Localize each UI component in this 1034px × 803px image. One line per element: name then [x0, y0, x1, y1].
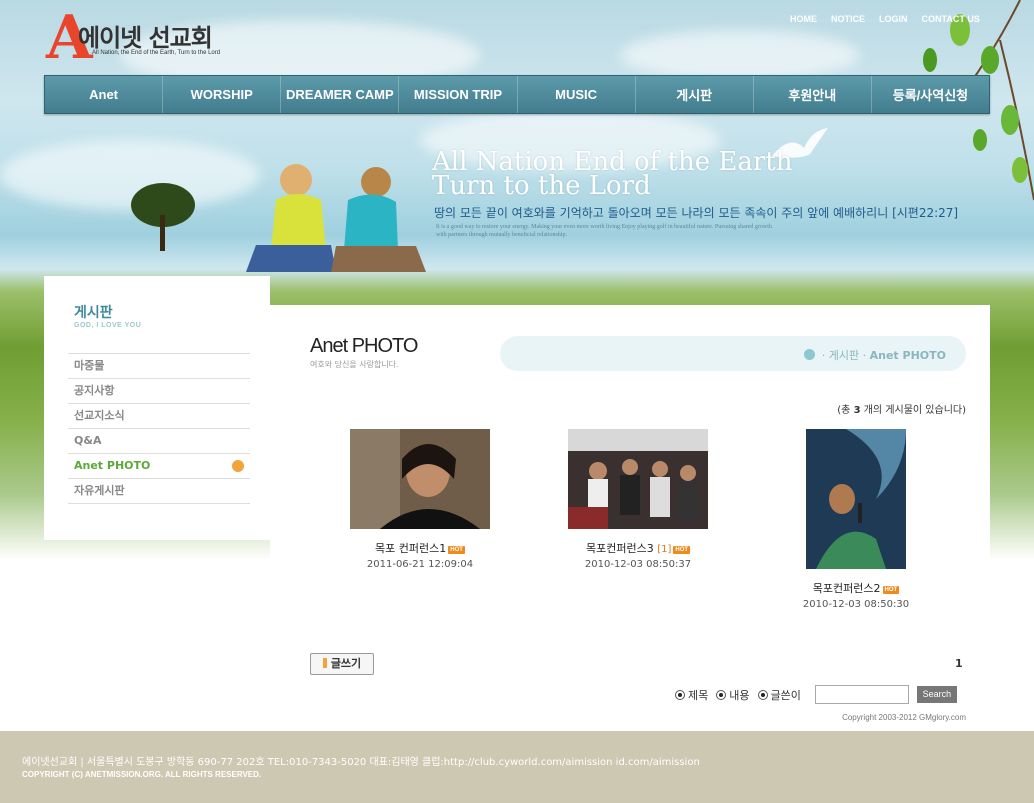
home-icon[interactable] [804, 349, 816, 360]
main-content: Anet PHOTO 여호와 당신을 사랑합니다. · 게시판 · Anet P… [270, 305, 990, 735]
nav-item-music[interactable]: MUSIC [518, 76, 636, 113]
search-input[interactable] [814, 685, 909, 704]
breadcrumb-separator: · [821, 349, 826, 362]
breadcrumb: · 게시판 · Anet PHOTO [500, 336, 966, 371]
breadcrumb-separator: · [862, 349, 867, 362]
page-title: Anet PHOTO [310, 335, 418, 357]
search-option-content[interactable]: 내용 [716, 687, 750, 703]
footer: 에이넷선교회 | 서울특별시 도봉구 방학동 690-77 202호 TEL:0… [0, 731, 1034, 803]
top-link-home[interactable]: HOME [790, 14, 817, 24]
top-links: HOME NOTICE LOGIN CONTACT US [790, 14, 980, 24]
total-count: (총 3 개의 게시물이 있습니다) [837, 401, 966, 416]
photo-item[interactable]: 목포 컨퍼런스1 HOT 2011-06-21 12:09:04 [330, 429, 510, 570]
write-button-label: 글쓰기 [330, 657, 362, 670]
total-number: 3 [853, 405, 861, 416]
top-link-login[interactable]: LOGIN [879, 14, 908, 24]
pencil-icon [322, 658, 327, 668]
hero-verse: 땅의 모든 끝이 여호와를 기억하고 돌아오며 모든 나라의 모든 족속이 주의… [434, 206, 959, 220]
sidebar-heading: 게시판 [74, 305, 113, 321]
nav-item-mission-trip[interactable]: MISSION TRIP [399, 76, 518, 113]
sidebar-subheading: GOD, I LOVE YOU [74, 322, 142, 329]
search-bar: 제목 내용 글쓴이 Search [675, 685, 957, 704]
hot-badge: HOT [673, 546, 691, 554]
nav-item-register[interactable]: 등록/사역신청 [872, 76, 989, 113]
top-link-notice[interactable]: NOTICE [831, 14, 865, 24]
radio-icon[interactable] [675, 689, 685, 700]
photo-title[interactable]: 목포 컨퍼런스1 HOT [330, 540, 510, 556]
site-logo[interactable]: A 에이넷 선교회 All Nation, the End of the Ear… [46, 8, 246, 70]
photo-item[interactable]: 목포컨퍼런스3 [1] HOT 2010-12-03 08:50:37 [548, 429, 728, 570]
comment-count: [1] [657, 544, 672, 555]
breadcrumb-current: Anet PHOTO [869, 349, 946, 362]
photo-date: 2010-12-03 08:50:30 [802, 599, 910, 610]
total-suffix: 개의 게시물이 있습니다) [863, 405, 966, 416]
footer-rights: COPYRIGHT (C) ANETMISSION.ORG. ALL RIGHT… [22, 770, 262, 779]
sidebar-menu: 마중물 공지사항 선교지소식 Q&A Anet PHOTO 자유게시판 [68, 353, 250, 504]
photo-thumbnail[interactable] [806, 429, 906, 569]
photo-date: 2011-06-21 12:09:04 [366, 559, 474, 570]
nav-item-dreamer-camp[interactable]: DREAMER CAMP [281, 76, 400, 113]
breadcrumb-board[interactable]: 게시판 [829, 349, 859, 362]
hero-small-text: It is a good way to restore your energy.… [436, 224, 772, 238]
hot-badge: HOT [882, 586, 900, 594]
hero-title: All Nation End of the Earth Turn to the … [432, 149, 792, 201]
search-option-author[interactable]: 글쓴이 [757, 687, 801, 703]
nav-item-support[interactable]: 후원안내 [754, 76, 872, 113]
active-marker-icon [232, 460, 244, 472]
main-nav: Anet WORSHIP DREAMER CAMP MISSION TRIP M… [44, 75, 990, 114]
radio-icon[interactable] [716, 689, 727, 700]
logo-subtitle: All Nation, the End of the Earth, Turn t… [92, 50, 221, 56]
hero-title-line2: Turn to the Lord [432, 171, 651, 201]
photo-title[interactable]: 목포컨퍼런스3 [1] HOT [548, 540, 728, 556]
pagination-current[interactable]: 1 [955, 657, 963, 670]
hot-badge: HOT [448, 546, 465, 554]
photo-item[interactable]: 목포컨퍼런스2 HOT 2010-12-03 08:50:30 [766, 429, 946, 610]
sidebar-item-anet-photo[interactable]: Anet PHOTO [68, 454, 250, 479]
search-button[interactable]: Search [916, 686, 957, 703]
sidebar-item-mazungmul[interactable]: 마중물 [68, 354, 250, 379]
sidebar-item-label: Anet PHOTO [74, 459, 151, 472]
total-prefix: (총 [837, 405, 851, 416]
photo-thumbnail[interactable] [350, 429, 490, 529]
radio-icon[interactable] [757, 689, 768, 700]
copyright-text: Copyright 2003-2012 GMglory.com [842, 713, 966, 722]
tree-image [131, 183, 195, 251]
sidebar-item-free-board[interactable]: 자유게시판 [68, 479, 250, 504]
sidebar: 게시판 GOD, I LOVE YOU 마중물 공지사항 선교지소식 Q&A A… [44, 276, 270, 540]
nav-item-worship[interactable]: WORSHIP [163, 76, 282, 113]
nav-item-board[interactable]: 게시판 [636, 76, 754, 113]
photo-title[interactable]: 목포컨퍼런스2 HOT [766, 580, 946, 596]
write-button[interactable]: 글쓰기 [310, 653, 374, 675]
sidebar-item-notice[interactable]: 공지사항 [68, 379, 250, 404]
top-link-contact[interactable]: CONTACT US [922, 14, 980, 24]
page-subtitle: 여호와 당신을 사랑합니다. [310, 360, 399, 369]
footer-info: 에이넷선교회 | 서울특별시 도봉구 방학동 690-77 202호 TEL:0… [22, 757, 700, 768]
search-option-title[interactable]: 제목 [675, 687, 708, 703]
photo-date: 2010-12-03 08:50:37 [584, 559, 692, 570]
logo-title: 에이넷 선교회 [78, 24, 213, 52]
photo-thumbnail[interactable] [568, 429, 708, 529]
sidebar-item-qna[interactable]: Q&A [68, 429, 250, 454]
children-praying-image [246, 164, 426, 272]
sidebar-item-mission-news[interactable]: 선교지소식 [68, 404, 250, 429]
nav-item-anet[interactable]: Anet [45, 76, 164, 113]
